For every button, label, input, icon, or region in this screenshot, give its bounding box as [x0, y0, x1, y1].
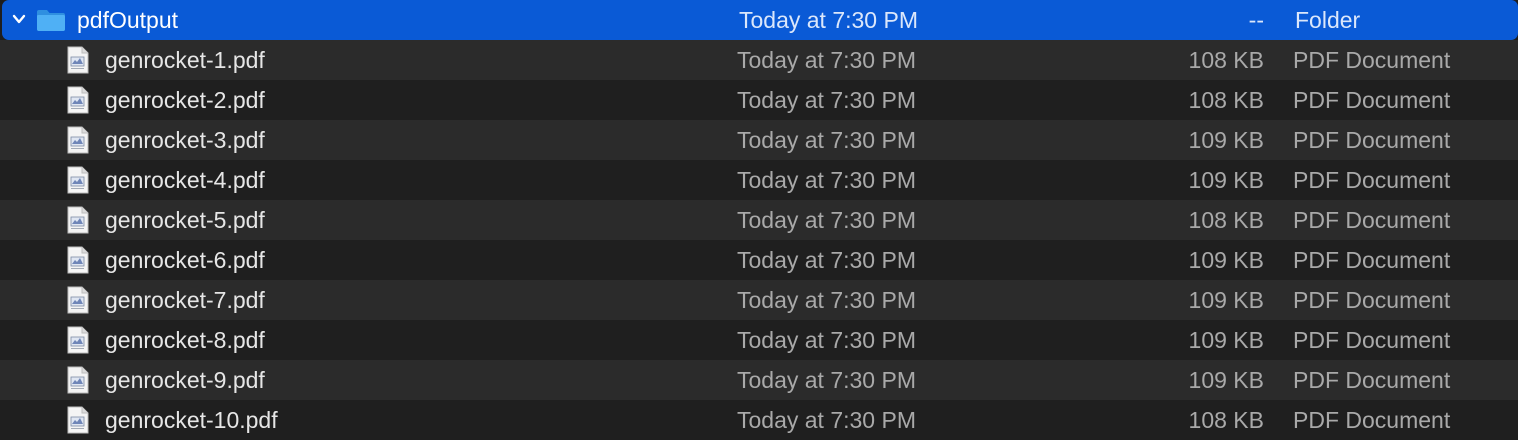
file-kind: Folder: [1295, 7, 1361, 33]
chevron-down-icon[interactable]: [10, 10, 28, 28]
file-kind: PDF Document: [1293, 87, 1451, 113]
pdf-document-icon: [67, 286, 89, 314]
file-kind: PDF Document: [1293, 47, 1451, 73]
list-item-file[interactable]: genrocket-1.pdf Today at 7:30 PM 108 KB …: [0, 40, 1518, 80]
folder-icon: [37, 10, 65, 31]
list-item-file[interactable]: genrocket-5.pdf Today at 7:30 PM 108 KB …: [0, 200, 1518, 240]
pdf-document-icon: [67, 126, 89, 154]
file-kind: PDF Document: [1293, 207, 1451, 233]
file-size: 108 KB: [1188, 207, 1264, 233]
file-kind: PDF Document: [1293, 127, 1451, 153]
pdf-document-icon: [67, 166, 89, 194]
date-modified: Today at 7:30 PM: [737, 407, 916, 433]
file-size: 109 KB: [1188, 367, 1264, 393]
date-modified: Today at 7:30 PM: [737, 167, 916, 193]
file-size: 108 KB: [1188, 87, 1264, 113]
list-item-file[interactable]: genrocket-7.pdf Today at 7:30 PM 109 KB …: [0, 280, 1518, 320]
file-kind: PDF Document: [1293, 327, 1451, 353]
file-size: 109 KB: [1188, 327, 1264, 353]
list-item-folder[interactable]: pdfOutput Today at 7:30 PM -- Folder: [2, 0, 1518, 40]
list-item-file[interactable]: genrocket-10.pdf Today at 7:30 PM 108 KB…: [0, 400, 1518, 440]
list-item-file[interactable]: genrocket-2.pdf Today at 7:30 PM 108 KB …: [0, 80, 1518, 120]
file-name: genrocket-2.pdf: [105, 87, 265, 113]
file-size: --: [1248, 7, 1264, 33]
file-kind: PDF Document: [1293, 367, 1451, 393]
file-size: 109 KB: [1188, 127, 1264, 153]
date-modified: Today at 7:30 PM: [739, 7, 918, 33]
file-list: pdfOutput Today at 7:30 PM -- Folder gen…: [0, 0, 1518, 440]
list-item-file[interactable]: genrocket-9.pdf Today at 7:30 PM 109 KB …: [0, 360, 1518, 400]
pdf-document-icon: [67, 246, 89, 274]
file-kind: PDF Document: [1293, 167, 1451, 193]
file-size: 109 KB: [1188, 247, 1264, 273]
file-size: 108 KB: [1188, 47, 1264, 73]
pdf-document-icon: [67, 326, 89, 354]
date-modified: Today at 7:30 PM: [737, 47, 916, 73]
pdf-document-icon: [67, 366, 89, 394]
file-kind: PDF Document: [1293, 407, 1451, 433]
file-name: genrocket-3.pdf: [105, 127, 265, 153]
list-item-file[interactable]: genrocket-4.pdf Today at 7:30 PM 109 KB …: [0, 160, 1518, 200]
file-size: 108 KB: [1188, 407, 1264, 433]
file-name: genrocket-1.pdf: [105, 47, 265, 73]
date-modified: Today at 7:30 PM: [737, 87, 916, 113]
file-name: genrocket-10.pdf: [105, 407, 278, 433]
list-item-file[interactable]: genrocket-3.pdf Today at 7:30 PM 109 KB …: [0, 120, 1518, 160]
pdf-document-icon: [67, 86, 89, 114]
list-item-file[interactable]: genrocket-8.pdf Today at 7:30 PM 109 KB …: [0, 320, 1518, 360]
file-size: 109 KB: [1188, 287, 1264, 313]
date-modified: Today at 7:30 PM: [737, 207, 916, 233]
file-name: pdfOutput: [77, 7, 179, 33]
list-item-file[interactable]: genrocket-6.pdf Today at 7:30 PM 109 KB …: [0, 240, 1518, 280]
date-modified: Today at 7:30 PM: [737, 247, 916, 273]
file-name: genrocket-6.pdf: [105, 247, 265, 273]
file-kind: PDF Document: [1293, 287, 1451, 313]
pdf-document-icon: [67, 46, 89, 74]
file-name: genrocket-5.pdf: [105, 207, 265, 233]
date-modified: Today at 7:30 PM: [737, 327, 916, 353]
file-kind: PDF Document: [1293, 247, 1451, 273]
pdf-document-icon: [67, 406, 89, 434]
date-modified: Today at 7:30 PM: [737, 127, 916, 153]
file-name: genrocket-7.pdf: [105, 287, 265, 313]
date-modified: Today at 7:30 PM: [737, 367, 916, 393]
pdf-document-icon: [67, 206, 89, 234]
file-name: genrocket-8.pdf: [105, 327, 265, 353]
file-name: genrocket-4.pdf: [105, 167, 265, 193]
file-size: 109 KB: [1188, 167, 1264, 193]
date-modified: Today at 7:30 PM: [737, 287, 916, 313]
file-name: genrocket-9.pdf: [105, 367, 265, 393]
